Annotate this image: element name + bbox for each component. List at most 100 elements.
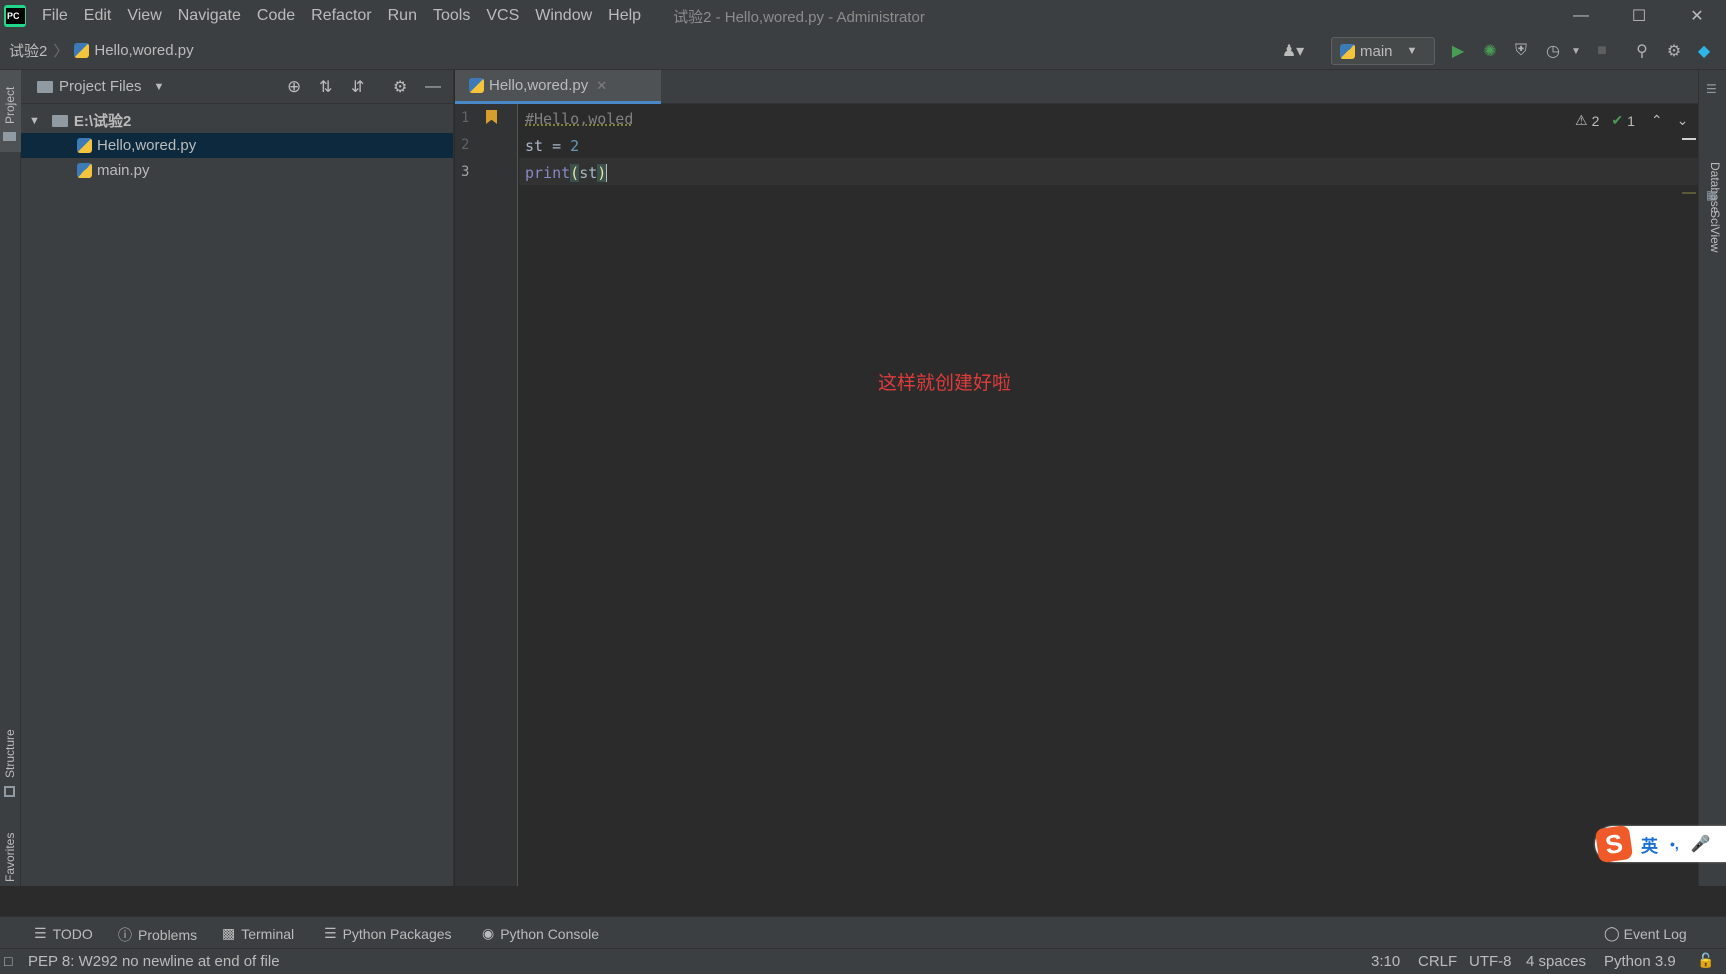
scroll-marker-icon xyxy=(1682,192,1696,194)
menu-help[interactable]: Help xyxy=(600,0,649,32)
menu-vcs[interactable]: VCS xyxy=(478,0,527,32)
more-run-options-icon[interactable]: ▼ xyxy=(1566,41,1586,61)
status-message[interactable]: PEP 8: W292 no newline at end of file xyxy=(28,953,280,970)
terminal-tool-button[interactable]: ▩ Terminal xyxy=(222,925,294,942)
project-view-selector[interactable]: Project Files xyxy=(59,78,142,95)
coverage-icon[interactable]: ⛨ xyxy=(1511,41,1531,61)
editor-tab[interactable]: Hello,wored.py ✕ xyxy=(455,70,661,104)
structure-tool-label[interactable]: Structure xyxy=(3,729,17,778)
close-tab-icon[interactable]: ✕ xyxy=(596,78,607,94)
hide-panel-icon[interactable]: — xyxy=(425,78,441,96)
run-icon[interactable]: ▶ xyxy=(1448,41,1468,61)
problems-tool-button[interactable]: ⓘ Problems xyxy=(118,925,197,945)
python-console-tool-button[interactable]: ◉ Python Console xyxy=(482,925,599,942)
python-packages-label: Python Packages xyxy=(342,925,452,942)
ime-toolbar[interactable]: S 英 •, 🎤 xyxy=(1594,824,1726,864)
sciview-tool-label[interactable]: SciView xyxy=(1708,210,1722,252)
file-label: main.py xyxy=(97,162,150,179)
editor-tab-bar: Hello,wored.py ✕ xyxy=(455,70,1698,104)
ime-punct-label[interactable]: •, xyxy=(1670,836,1679,852)
tree-root-row[interactable]: ▼ E:\试验2 xyxy=(21,108,453,133)
problems-label: Problems xyxy=(138,927,198,943)
favorites-tool-label[interactable]: Favorites xyxy=(3,833,17,882)
panel-settings-gear-icon[interactable]: ⚙ xyxy=(393,77,407,97)
menu-window[interactable]: Window xyxy=(527,0,600,32)
event-log-tool-button[interactable]: ◯ Event Log xyxy=(1604,925,1687,942)
menu-code[interactable]: Code xyxy=(249,0,303,32)
python-file-icon xyxy=(77,138,92,153)
project-panel-header: Project Files ▼ ⊕ ⇅ ⇵ ⚙ — xyxy=(21,70,453,104)
collapse-all-icon[interactable]: ⇵ xyxy=(351,77,364,97)
python-file-icon xyxy=(74,43,90,58)
python-packages-tool-button[interactable]: ☰ Python Packages xyxy=(324,925,452,942)
previous-highlight-icon[interactable]: ⌃ xyxy=(1651,112,1663,129)
structure-icon xyxy=(4,786,15,797)
bookmark-icon[interactable] xyxy=(486,110,497,124)
tree-file-row[interactable]: main.py xyxy=(21,158,453,183)
breadcrumb: 试验2 〉 Hello,wored.py xyxy=(9,40,194,61)
settings-gear-icon[interactable]: ⚙ xyxy=(1664,41,1684,61)
warning-count: 2 xyxy=(1591,112,1600,129)
toggle-tool-windows-icon[interactable]: □ xyxy=(4,953,12,969)
minimize-button[interactable]: — xyxy=(1552,0,1610,32)
locate-file-icon[interactable]: ⊕ xyxy=(287,77,301,97)
search-icon[interactable]: ⚲ xyxy=(1632,41,1652,61)
python-file-icon xyxy=(77,163,92,178)
inspection-widget[interactable]: ⚠ 2 ✔ 1 ⌃ ⌄ xyxy=(1575,112,1688,129)
breadcrumb-project[interactable]: 试验2 xyxy=(9,40,47,61)
annotation-text: 这样就创建好啦 xyxy=(878,372,1012,394)
lock-icon[interactable]: 🔓 xyxy=(1697,952,1714,969)
profile-icon[interactable]: ◷ xyxy=(1543,41,1563,61)
breadcrumb-separator-icon: 〉 xyxy=(53,43,69,60)
maximize-button[interactable]: ☐ xyxy=(1610,0,1668,32)
debug-icon[interactable]: ✺ xyxy=(1480,41,1500,61)
database-icon: ☰ xyxy=(1706,82,1717,96)
status-bar: □ PEP 8: W292 no newline at end of file … xyxy=(0,948,1726,974)
python-interpreter[interactable]: Python 3.9 xyxy=(1604,953,1676,970)
menu-run[interactable]: Run xyxy=(380,0,425,32)
menu-tools[interactable]: Tools xyxy=(425,0,478,32)
next-highlight-icon[interactable]: ⌄ xyxy=(1677,112,1689,129)
pycharm-logo-icon xyxy=(4,5,26,27)
project-tool-label[interactable]: Project xyxy=(3,87,17,124)
line-separator[interactable]: CRLF xyxy=(1418,953,1457,970)
navigation-bar: 试验2 〉 Hello,wored.py ♟▾ main ▼ ▶ ✺ ⛨ ◷ ▼… xyxy=(0,32,1726,70)
run-configuration-select[interactable]: main ▼ xyxy=(1331,37,1435,65)
info-icon: ⓘ xyxy=(118,927,132,943)
user-dropdown-icon[interactable]: ♟▾ xyxy=(1276,41,1310,61)
tree-file-row-selected[interactable]: Hello,wored.py xyxy=(21,133,453,158)
breadcrumb-file[interactable]: Hello,wored.py xyxy=(94,42,193,59)
folder-icon xyxy=(37,80,53,93)
caret-position[interactable]: 3:10 xyxy=(1371,953,1400,970)
expand-all-icon[interactable]: ⇅ xyxy=(319,77,332,97)
jetbrains-toolbox-icon[interactable]: ◆ xyxy=(1694,41,1714,61)
scroll-marker-icon xyxy=(1682,138,1696,140)
chevron-down-icon: ▼ xyxy=(1406,45,1418,57)
todo-tool-button[interactable]: ☰ TODO xyxy=(34,925,93,942)
chevron-down-icon[interactable]: ▼ xyxy=(29,115,40,127)
line-number: 3 xyxy=(461,164,470,180)
editor-tab-label: Hello,wored.py xyxy=(489,77,589,94)
folder-icon xyxy=(51,114,68,127)
list-icon: ☰ xyxy=(34,925,47,941)
project-panel: Project Files ▼ ⊕ ⇅ ⇵ ⚙ — ▼ E:\试验2 Hello… xyxy=(21,70,454,906)
indent-setting[interactable]: 4 spaces xyxy=(1526,953,1586,970)
file-encoding[interactable]: UTF-8 xyxy=(1469,953,1512,970)
menu-navigate[interactable]: Navigate xyxy=(170,0,249,32)
ime-mode-label[interactable]: 英 xyxy=(1641,832,1658,857)
microphone-icon[interactable]: 🎤 xyxy=(1691,834,1711,854)
line-number: 1 xyxy=(461,110,470,126)
close-window-button[interactable]: ✕ xyxy=(1668,0,1726,32)
sciview-icon: ▦ xyxy=(1706,188,1718,202)
menu-file[interactable]: File xyxy=(34,0,76,32)
menu-view[interactable]: View xyxy=(119,0,169,32)
code-editor[interactable]: #Hello,woled st = 2 print(st) ⚠ 2 ✔ 1 ⌃ … xyxy=(519,104,1698,886)
warning-icon: ⚠ xyxy=(1575,112,1588,128)
file-label: Hello,wored.py xyxy=(97,137,197,154)
chevron-down-icon[interactable]: ▼ xyxy=(154,81,165,93)
title-bar: File Edit View Navigate Code Refactor Ru… xyxy=(0,0,1726,32)
menu-edit[interactable]: Edit xyxy=(76,0,120,32)
layers-icon: ☰ xyxy=(324,925,337,941)
menu-refactor[interactable]: Refactor xyxy=(303,0,379,32)
stop-icon[interactable]: ■ xyxy=(1592,41,1612,61)
